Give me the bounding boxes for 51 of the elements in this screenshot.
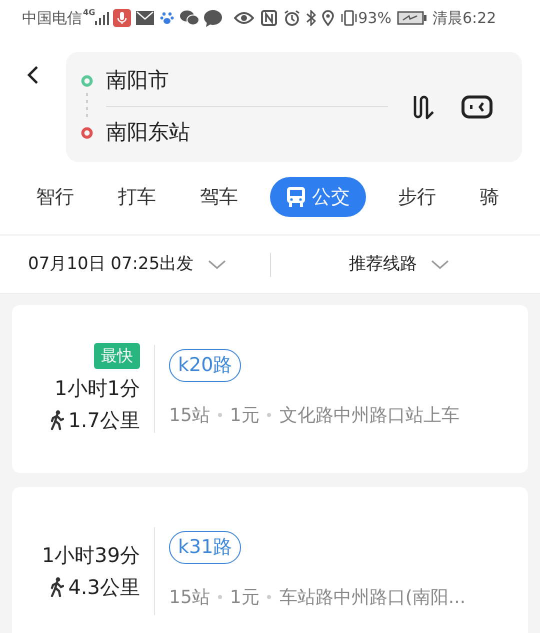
signal-icon — [95, 11, 110, 25]
fare: 1元 — [230, 586, 260, 610]
walking-person-icon — [50, 410, 64, 430]
destination-marker-icon — [81, 127, 93, 139]
transport-tab[interactable]: 驾车 — [188, 177, 250, 217]
ticket-icon — [461, 95, 493, 119]
route-card[interactable]: 最快 1小时1分 1.7公里 k20路 15站 1元 文化路中州路口站上车 — [12, 305, 528, 473]
transport-tab[interactable]: 步行 — [386, 177, 448, 217]
destination-field[interactable]: 南阳东站 — [106, 107, 388, 159]
origin-marker-icon — [81, 75, 93, 87]
paw-icon — [160, 11, 174, 25]
walking-distance: 4.3公里 — [68, 574, 140, 601]
nfc-icon — [261, 10, 278, 26]
boarding-stop: 车站路中州路口(南阳... — [279, 586, 466, 610]
origin-field[interactable]: 南阳市 — [106, 55, 388, 107]
battery-percent: 93% — [358, 8, 392, 29]
departure-time-dropdown[interactable]: 07月10日 07:25出发 — [0, 252, 270, 278]
fare: 1元 — [230, 404, 260, 428]
location-icon — [322, 10, 334, 26]
swap-icon — [411, 94, 437, 120]
vibrate-icon — [340, 10, 358, 26]
chevron-down-icon — [208, 260, 226, 270]
transport-tab[interactable]: 骑 — [468, 177, 511, 217]
transport-tab[interactable]: 智行 — [24, 177, 86, 217]
eye-icon — [234, 11, 254, 25]
bluetooth-icon — [306, 10, 316, 26]
boarding-stop: 文化路中州路口站上车 — [279, 404, 460, 428]
bus-line-tag: k31路 — [169, 531, 242, 564]
message-icon — [204, 10, 222, 26]
microphone-icon — [113, 9, 132, 27]
bus-icon — [286, 186, 306, 208]
trip-duration: 1小时39分 — [42, 542, 140, 569]
trip-duration: 1小时1分 — [54, 375, 140, 402]
transport-tab[interactable]: 公交 — [270, 177, 366, 217]
transport-tab[interactable]: 打车 — [106, 177, 168, 217]
mail-icon — [136, 11, 154, 25]
walking-person-icon — [50, 577, 64, 597]
stop-count: 15站 — [169, 404, 210, 428]
stop-count: 15站 — [169, 586, 210, 610]
route-card[interactable]: 1小时39分 4.3公里 k31路 15站 1元 车站路中州路口(南阳... — [12, 487, 528, 633]
carrier-name: 中国电信 — [22, 8, 82, 29]
battery-icon — [397, 11, 428, 25]
walking-distance: 1.7公里 — [68, 407, 140, 434]
fastest-badge: 最快 — [94, 343, 140, 369]
clock-time: 清晨6:22 — [432, 8, 496, 29]
sort-dropdown[interactable]: 推荐线路 — [271, 252, 449, 278]
bus-line-tag: k20路 — [169, 349, 242, 382]
chat-bubbles-icon — [180, 10, 200, 26]
chevron-down-icon — [431, 260, 449, 270]
network-type: 4G — [83, 7, 96, 19]
alarm-icon — [284, 10, 300, 26]
